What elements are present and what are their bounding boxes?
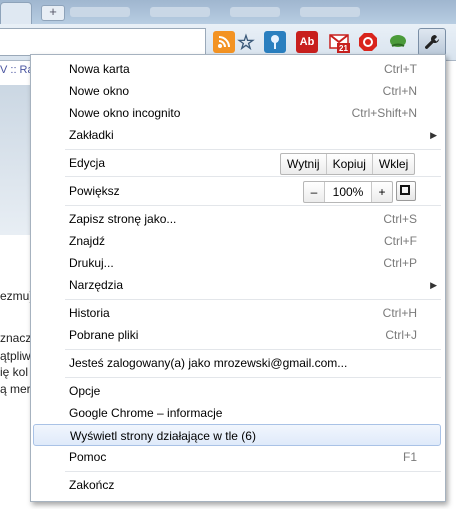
browser-tab[interactable] [230,7,280,17]
menu-item-downloads[interactable]: Pobrane pliki Ctrl+J [31,324,445,346]
menu-item-label: Jesteś zalogowany(a) jako mrozewski@gmai… [69,356,348,370]
paste-button[interactable]: Wklej [371,154,414,174]
menu-item-help[interactable]: Pomoc F1 [31,446,445,468]
menu-item-shortcut: Ctrl+F [384,234,417,248]
star-icon[interactable]: ☆ [235,31,257,54]
menu-separator [65,377,441,378]
menu-item-label: Wyświetl strony działające w tle (6) [70,429,256,443]
fullscreen-icon[interactable] [396,181,416,201]
menu-item-print[interactable]: Drukuj... Ctrl+P [31,252,445,274]
menu-item-exit[interactable]: Zakończ [31,474,445,496]
gmail-icon[interactable]: 21 [328,31,350,53]
menu-item-label: Zakończ [69,478,115,492]
menu-item-shortcut: Ctrl+Shift+N [351,106,417,120]
bookmark-link[interactable]: V :: Ra [0,64,34,76]
stop-icon[interactable] [357,31,379,53]
menu-item-label: Historia [69,306,110,320]
svg-text:21: 21 [339,44,348,53]
menu-item-shortcut: Ctrl+T [384,62,417,76]
menu-separator [65,176,441,177]
menu-separator [65,205,441,206]
menu-item-label: Zapisz stronę jako... [69,212,177,226]
browser-tab[interactable] [70,7,130,17]
browser-tab[interactable] [150,7,210,17]
menu-item-shortcut: Ctrl+N [382,84,417,98]
menu-item-find[interactable]: Znajdź Ctrl+F [31,230,445,252]
edit-button-group: Wytnij Kopiuj Wklej [280,153,416,175]
page-text: ą mer [0,382,31,396]
new-tab-button[interactable]: + [41,5,65,21]
rss-icon[interactable] [213,31,235,53]
browser-tab[interactable] [300,7,360,17]
menu-item-shortcut: Ctrl+P [383,256,417,270]
chrome-menu: Nowa karta Ctrl+T Nowe okno Ctrl+N Nowe … [30,54,446,502]
zoom-in-button[interactable]: + [371,182,392,202]
menu-item-label: Opcje [69,384,101,398]
menu-item-label: Nowe okno incognito [69,106,181,120]
menu-item-label: Google Chrome – informacje [69,406,223,420]
menu-item-new-tab[interactable]: Nowa karta Ctrl+T [31,58,445,80]
menu-item-label: Nowe okno [69,84,130,98]
menu-item-label: Drukuj... [69,256,114,270]
zoom-out-button[interactable]: – [304,182,324,202]
menu-item-about[interactable]: Google Chrome – informacje [31,402,445,424]
menu-item-label: Edycja [69,156,106,170]
menu-item-label: Znajdź [69,234,106,248]
menu-item-background-pages[interactable]: Wyświetl strony działające w tle (6) [33,424,441,446]
menu-item-shortcut: Ctrl+J [385,328,417,342]
menu-item-edit: Edycja Wytnij Kopiuj Wklej [31,152,445,175]
menu-item-signed-in[interactable]: Jesteś zalogowany(a) jako mrozewski@gmai… [31,352,445,374]
leaf-icon[interactable] [387,31,409,53]
menu-separator [65,349,441,350]
page-text: ię kol [0,365,29,379]
browser-tab[interactable] [0,2,32,25]
address-bar[interactable] [0,28,206,56]
menu-item-new-window[interactable]: Nowe okno Ctrl+N [31,80,445,102]
menu-item-label: Narzędzia [69,278,124,292]
menu-item-label: Pobrane pliki [69,328,139,342]
page-text: ezmu) [0,289,34,303]
wrench-icon[interactable] [418,28,446,56]
page-text: znacz [0,331,32,345]
menu-item-tools[interactable]: Narzędzia ▶ [31,274,445,296]
menu-item-shortcut: Ctrl+S [383,212,417,226]
menu-item-label: Nowa karta [69,62,130,76]
tab-strip: + [0,0,456,25]
menu-separator [65,149,441,150]
page-text: ątpliw [0,349,31,363]
submenu-arrow-icon: ▶ [430,280,437,290]
menu-separator [65,471,441,472]
submenu-arrow-icon: ▶ [430,130,437,140]
zoom-controls: – 100% + [303,181,393,203]
menu-separator [65,299,441,300]
menu-item-options[interactable]: Opcje [31,380,445,402]
menu-item-history[interactable]: Historia Ctrl+H [31,302,445,324]
menu-item-shortcut: F1 [402,450,417,464]
page-banner [0,85,30,235]
menu-item-bookmarks[interactable]: Zakładki ▶ [31,124,445,146]
menu-item-shortcut: Ctrl+H [382,306,417,320]
menu-item-label: Zakładki [69,128,114,142]
menu-item-label: Powiększ [69,184,120,198]
copy-button[interactable]: Kopiuj [325,154,372,174]
cut-button[interactable]: Wytnij [281,154,326,174]
menu-item-zoom: Powiększ – 100% + [31,180,445,203]
menu-item-label: Pomoc [69,450,107,464]
menu-item-save-page[interactable]: Zapisz stronę jako... Ctrl+S [31,208,445,230]
menu-item-incognito[interactable]: Nowe okno incognito Ctrl+Shift+N [31,102,445,124]
zoom-level: 100% [324,182,371,202]
adblock-icon[interactable]: Ab [296,31,318,53]
pushpin-icon[interactable] [264,31,286,53]
